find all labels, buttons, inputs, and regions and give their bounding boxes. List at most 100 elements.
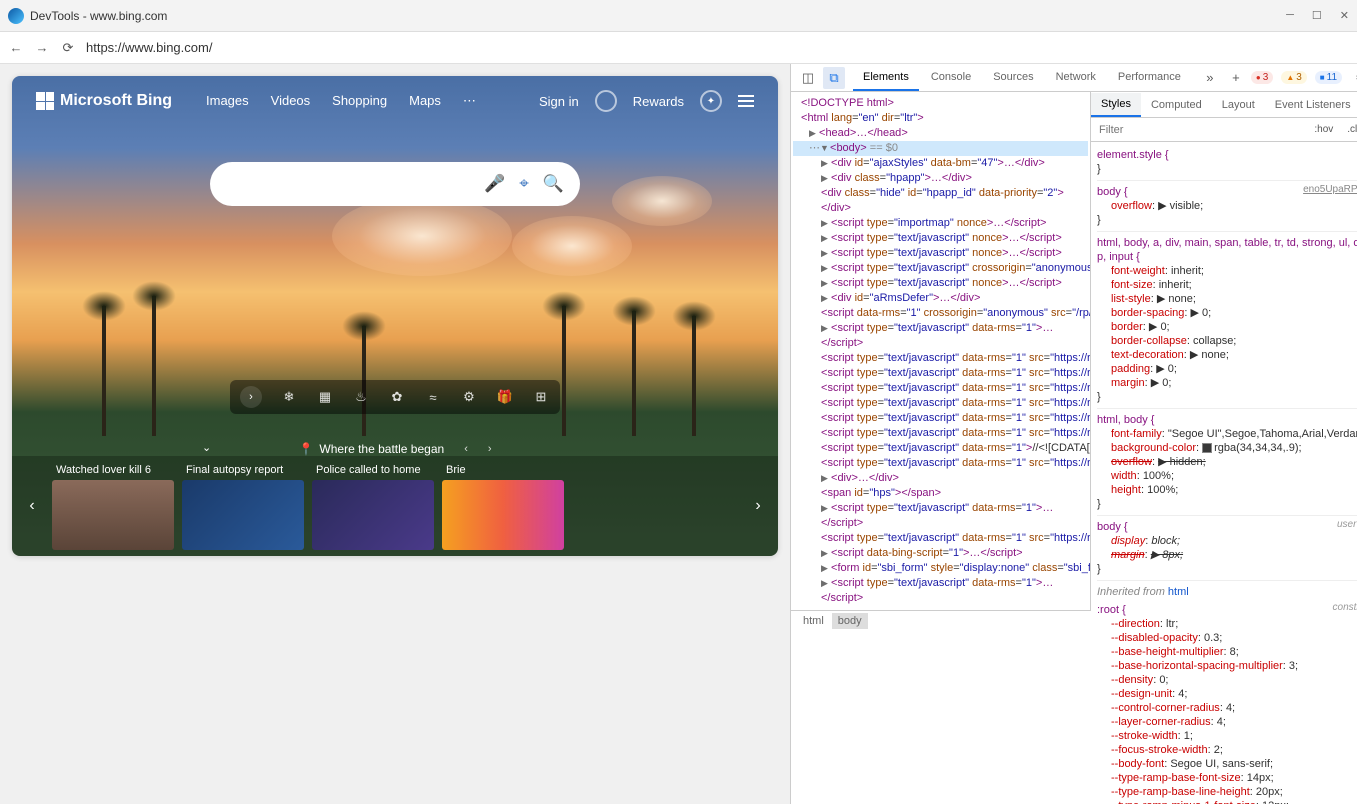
nav-forward[interactable]: → [34, 40, 50, 55]
rule-selector[interactable]: body { [1097, 520, 1357, 534]
nav-back[interactable]: ← [8, 40, 24, 55]
news-card[interactable]: Police called to home [312, 462, 434, 550]
element-node[interactable]: <script type="text/javascript" data-rms=… [793, 381, 1088, 396]
news-next[interactable]: › [738, 456, 778, 556]
waves-icon[interactable]: ≈ [424, 388, 442, 406]
css-rule[interactable]: (index):1html, body {font-family: "Segoe… [1097, 411, 1357, 516]
news-card[interactable]: Final autopsy report [182, 462, 304, 550]
hamburger-icon[interactable] [738, 95, 754, 107]
info-badge[interactable]: 11 [1315, 71, 1342, 84]
element-node[interactable]: ▶<script data-bing-script="1">…</script> [793, 546, 1088, 561]
css-prop[interactable]: border-spacing: ▶ 0; [1097, 306, 1357, 320]
nav-videos[interactable]: Videos [271, 93, 311, 109]
css-prop[interactable]: text-decoration: ▶ none; [1097, 348, 1357, 362]
css-prop[interactable]: padding: ▶ 0; [1097, 362, 1357, 376]
element-node[interactable]: <div class="hide" id="hpapp_id" data-pri… [793, 186, 1088, 216]
avatar-icon[interactable] [595, 90, 617, 112]
css-prop[interactable]: overflow: ▶ visible; [1097, 199, 1357, 213]
search-input[interactable] [226, 176, 470, 192]
flame-icon[interactable]: ♨ [352, 388, 370, 406]
css-prop[interactable]: --direction: ltr; [1097, 617, 1357, 631]
nav-images[interactable]: Images [206, 93, 249, 109]
mic-icon[interactable]: 🎤 [484, 174, 505, 194]
styles-tab-event-listeners[interactable]: Event Listeners [1265, 94, 1357, 116]
css-prop[interactable]: font-family: "Segoe UI",Segoe,Tahoma,Ari… [1097, 427, 1357, 441]
rewards-link[interactable]: Rewards [633, 94, 684, 109]
more-tabs-icon[interactable]: » [1199, 67, 1221, 89]
search-icon[interactable]: 🔍 [543, 174, 564, 194]
css-prop[interactable]: border-collapse: collapse; [1097, 334, 1357, 348]
css-prop[interactable]: --density: 0; [1097, 673, 1357, 687]
css-prop[interactable]: --design-unit: 4; [1097, 687, 1357, 701]
css-prop[interactable]: font-weight: inherit; [1097, 264, 1357, 278]
photo-icon[interactable]: ▦ [316, 388, 334, 406]
element-node[interactable]: <script type="text/javascript" data-rms=… [793, 456, 1088, 471]
css-prop[interactable]: --type-ramp-minus-1-font-size: 12px; [1097, 799, 1357, 804]
element-node[interactable]: ▶<script type="text/javascript" nonce>…<… [793, 246, 1088, 261]
crumb-html[interactable]: html [797, 613, 830, 629]
element-node[interactable]: ▶<head>…</head> [793, 126, 1088, 141]
css-rule[interactable]: eno5UpaRPX2…GU.br.css:1body {overflow: ▶… [1097, 183, 1357, 232]
styles-tab-layout[interactable]: Layout [1212, 94, 1265, 116]
rule-selector[interactable]: html, body, a, div, main, span, table, t… [1097, 236, 1357, 264]
lens-icon[interactable]: ⌖ [519, 174, 529, 194]
element-node[interactable]: <!DOCTYPE html> [793, 96, 1088, 111]
error-badge[interactable]: 3 [1251, 71, 1273, 84]
css-rule[interactable]: constructed stylesheet:root {--direction… [1097, 601, 1357, 804]
element-node[interactable]: <script type="text/javascript" data-rms=… [793, 351, 1088, 366]
window-close[interactable]: ✕ [1340, 9, 1349, 22]
css-prop[interactable]: display: block; [1097, 534, 1357, 548]
css-prop[interactable]: background-color: rgba(34,34,34,.9); [1097, 441, 1357, 455]
caption-prev[interactable]: ‹ [464, 443, 468, 455]
leaf-icon[interactable]: ✿ [388, 388, 406, 406]
styles-filter-input[interactable] [1095, 122, 1305, 138]
element-node[interactable]: <script type="text/javascript" data-rms=… [793, 531, 1088, 546]
devtools-tab-elements[interactable]: Elements [853, 65, 919, 91]
url-text[interactable]: https://www.bing.com/ [86, 40, 212, 55]
element-node[interactable]: ▶<script type="text/javascript" data-rms… [793, 501, 1088, 531]
hov-toggle[interactable]: :hov [1309, 122, 1338, 137]
element-node[interactable]: ▶<div id="aRmsDefer">…</div> [793, 291, 1088, 306]
feature-prev[interactable]: › [240, 386, 262, 408]
css-prop[interactable]: --disabled-opacity: 0.3; [1097, 631, 1357, 645]
element-node[interactable]: ▶<script type="text/javascript" data-rms… [793, 321, 1088, 351]
element-node[interactable]: <script type="text/javascript" data-rms=… [793, 411, 1088, 426]
css-rule[interactable]: user agent stylesheetbody {display: bloc… [1097, 518, 1357, 581]
styles-tab-styles[interactable]: Styles [1091, 93, 1141, 117]
element-node[interactable]: ▶<script type="importmap" nonce>…</scrip… [793, 216, 1088, 231]
css-prop[interactable]: overflow: ▶ hidden; [1097, 455, 1357, 469]
device-toggle-icon[interactable]: ⧉ [823, 67, 845, 89]
signin-link[interactable]: Sign in [539, 94, 579, 109]
styles-rules[interactable]: element.style {}eno5UpaRPX2…GU.br.css:1b… [1091, 142, 1357, 804]
cls-toggle[interactable]: .cls [1342, 122, 1357, 137]
css-prop[interactable]: margin: ▶ 0; [1097, 376, 1357, 390]
rule-selector[interactable]: html, body { [1097, 413, 1357, 427]
element-node[interactable]: ▶<script type="text/javascript" nonce>…<… [793, 276, 1088, 291]
css-prop[interactable]: list-style: ▶ none; [1097, 292, 1357, 306]
element-node[interactable]: <span id="hps"></span> [793, 486, 1088, 501]
nav-reload[interactable]: ⟳ [60, 40, 76, 56]
rewards-badge-icon[interactable]: ✦ [700, 90, 722, 112]
rule-source-link[interactable]: eno5UpaRPX2…GU.br.css:1 [1303, 183, 1357, 197]
settings-icon[interactable]: ⚙ [460, 388, 478, 406]
element-node[interactable]: ▶<script type="text/javascript" crossori… [793, 261, 1088, 276]
element-node[interactable]: <script type="text/javascript" data-rms=… [793, 426, 1088, 441]
element-node[interactable]: <html lang="en" dir="ltr"> [793, 111, 1088, 126]
devtools-tab-sources[interactable]: Sources [983, 65, 1043, 91]
element-node[interactable]: ▶<div>…</div> [793, 471, 1088, 486]
grid-icon[interactable]: ⊞ [532, 388, 550, 406]
elements-tree[interactable]: <!DOCTYPE html><html lang="en" dir="ltr"… [791, 92, 1091, 610]
element-node[interactable]: ⋯▼<body> == $0 [793, 141, 1088, 156]
css-prop[interactable]: border: ▶ 0; [1097, 320, 1357, 334]
window-maximize[interactable]: ☐ [1312, 9, 1322, 22]
image-caption[interactable]: Where the battle began [319, 442, 444, 456]
element-node[interactable]: ▶<div id="ajaxStyles" data-bm="47">…</di… [793, 156, 1088, 171]
add-tab-icon[interactable]: + [1225, 67, 1247, 89]
devtools-tab-network[interactable]: Network [1046, 65, 1106, 91]
news-card[interactable]: Brie [442, 462, 564, 550]
css-prop[interactable]: width: 100%; [1097, 469, 1357, 483]
gear-icon[interactable]: ⚙ [1350, 67, 1357, 89]
news-prev[interactable]: ‹ [12, 456, 52, 556]
caption-next[interactable]: › [488, 443, 492, 455]
element-node[interactable]: <script data-rms="1" crossorigin="anonym… [793, 306, 1088, 321]
